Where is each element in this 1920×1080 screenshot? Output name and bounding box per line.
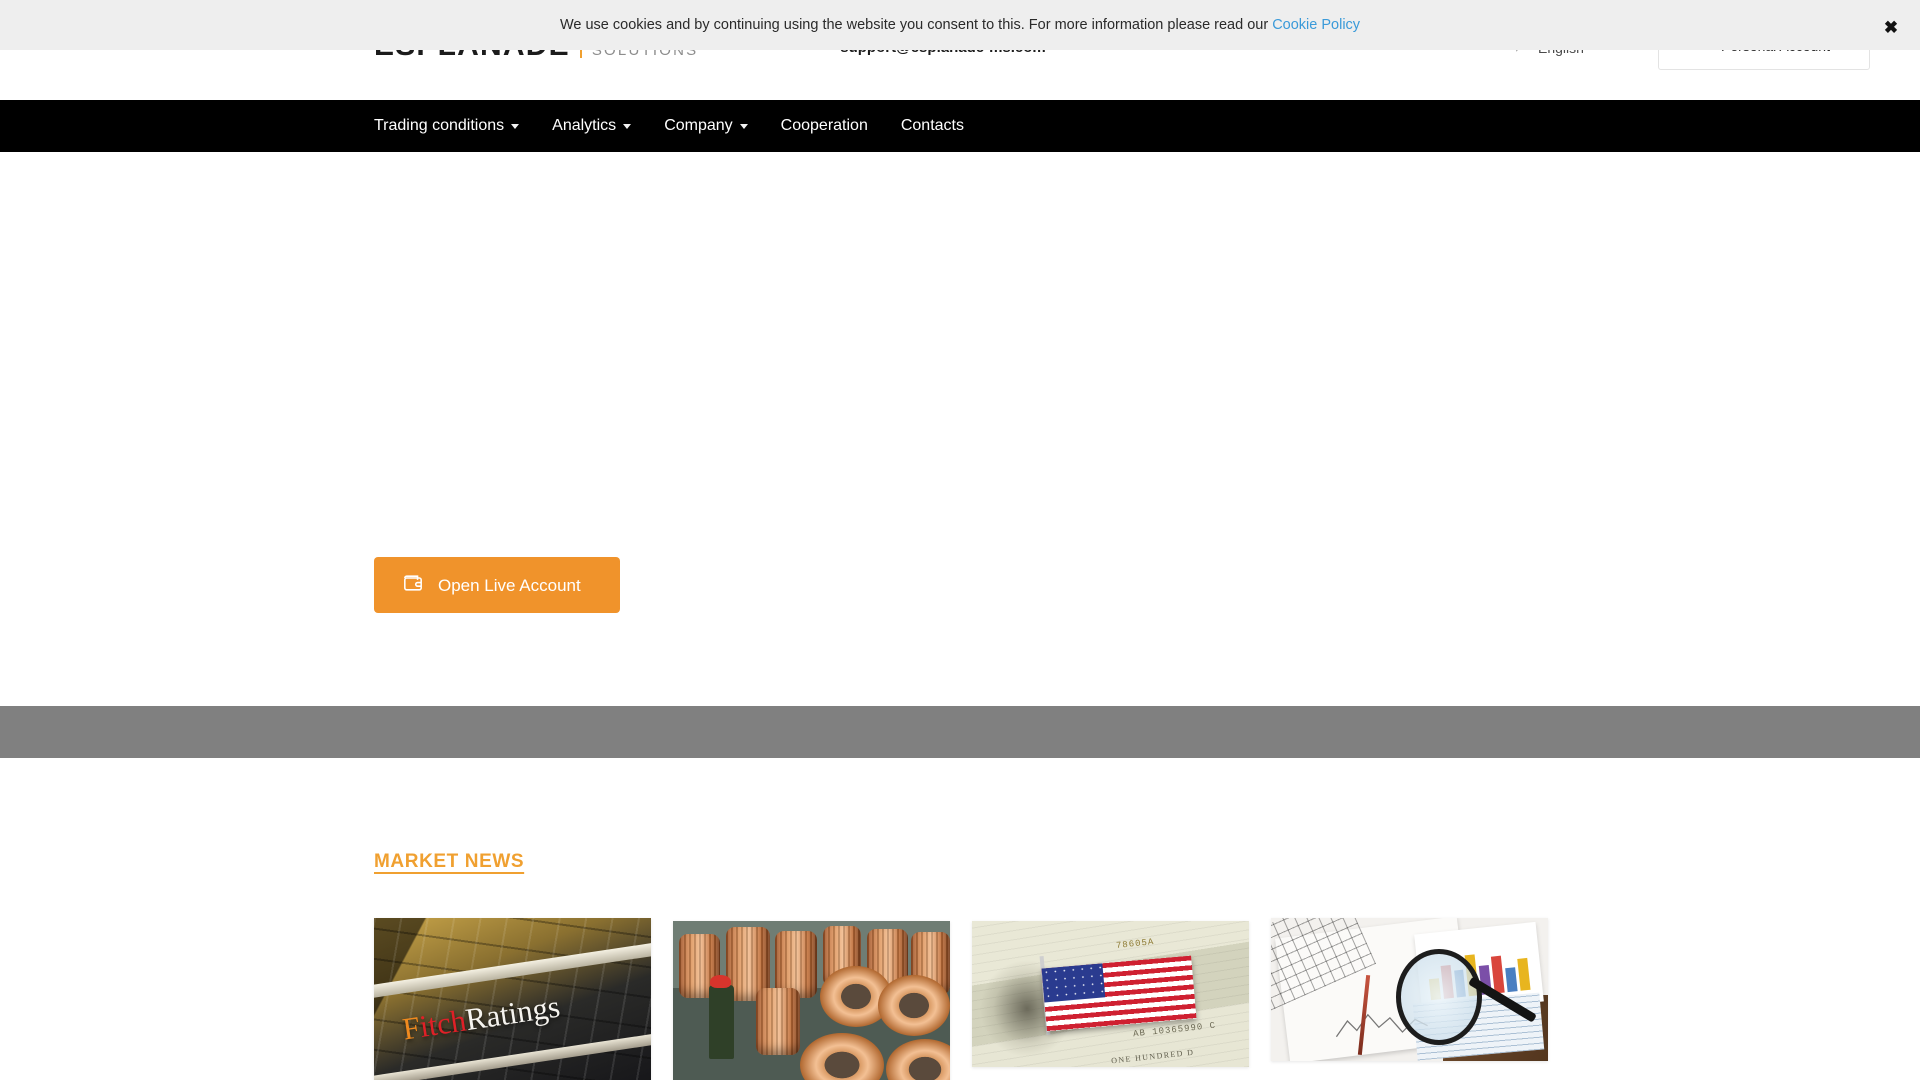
cookie-policy-link[interactable]: Cookie Policy	[1272, 17, 1360, 33]
cookie-message: We use cookies and by continuing using t…	[559, 16, 1269, 33]
chevron-down-icon	[511, 123, 520, 129]
magnifying-glass-lens	[1395, 949, 1482, 1046]
nav-label: Company	[664, 117, 733, 134]
copper-coil	[756, 988, 801, 1056]
main-navigation-bar: Trading conditions Analytics Company Coo…	[0, 100, 1920, 152]
us-flag	[1041, 955, 1197, 1032]
nav-label: Contacts	[900, 117, 964, 134]
market-news-section: MARKET NEWS FitchRatings 78605A AB 10365…	[0, 758, 1920, 1080]
news-card-image: FitchRatings	[374, 918, 651, 1080]
cookie-consent-banner: We use cookies and by continuing using t…	[0, 0, 1920, 50]
news-card[interactable]	[1271, 918, 1548, 1061]
flag-canton-stars	[1041, 963, 1106, 1003]
us-flag-on-dollar-bills-photo: 78605A AB 10365990 C ONE HUNDRED D	[972, 921, 1249, 1067]
open-live-account-button[interactable]: Open Live Account	[374, 557, 620, 613]
close-icon[interactable]: ✖	[1882, 18, 1900, 36]
chevron-down-icon	[739, 123, 748, 129]
nav-label: Cooperation	[780, 117, 868, 134]
nav-item-company[interactable]: Company	[664, 118, 769, 134]
chart-bar	[1516, 957, 1531, 992]
cookie-consent-text: We use cookies and by continuing using t…	[560, 18, 1360, 33]
nav-label: Analytics	[552, 117, 617, 134]
market-news-heading[interactable]: MARKET NEWS	[374, 851, 524, 873]
news-card-image	[1271, 918, 1548, 1061]
worker-helmet	[710, 975, 731, 989]
hero-section: Open Live Account	[0, 152, 1920, 700]
main-navigation-list: Trading conditions Analytics Company Coo…	[374, 100, 986, 152]
nav-label: Trading conditions	[374, 117, 505, 134]
wallet-icon	[402, 573, 424, 598]
warehouse-worker	[709, 985, 734, 1059]
chevron-down-icon	[623, 123, 632, 129]
magnifier-over-charts-photo	[1271, 918, 1548, 1061]
market-news-card-list: FitchRatings 78605A AB 10365990 C ONE HU…	[374, 918, 1548, 1080]
fitch-ratings-building-photo: FitchRatings	[374, 918, 651, 1080]
open-live-account-label: Open Live Account	[438, 575, 581, 595]
news-card[interactable]: 78605A AB 10365990 C ONE HUNDRED D	[972, 921, 1249, 1067]
nav-item-analytics[interactable]: Analytics	[552, 118, 653, 134]
unloaded-section-placeholder	[0, 706, 1920, 758]
nav-item-cooperation[interactable]: Cooperation	[781, 118, 890, 134]
sign-text-itch: itch	[416, 1001, 469, 1044]
news-card[interactable]	[673, 921, 950, 1080]
copper-coil-ring	[877, 975, 950, 1037]
nav-item-contacts[interactable]: Contacts	[901, 118, 986, 134]
news-card[interactable]: FitchRatings	[374, 918, 651, 1080]
page-root: ESPLANADE SOLUTIONS TECHNICAL SUPPORT su…	[0, 0, 1920, 1080]
copper-coils-warehouse-photo	[673, 921, 950, 1080]
chart-bar	[1505, 967, 1518, 993]
news-card-image: 78605A AB 10365990 C ONE HUNDRED D	[972, 921, 1249, 1067]
nav-item-trading-conditions[interactable]: Trading conditions	[374, 118, 541, 134]
news-card-image	[673, 921, 950, 1080]
